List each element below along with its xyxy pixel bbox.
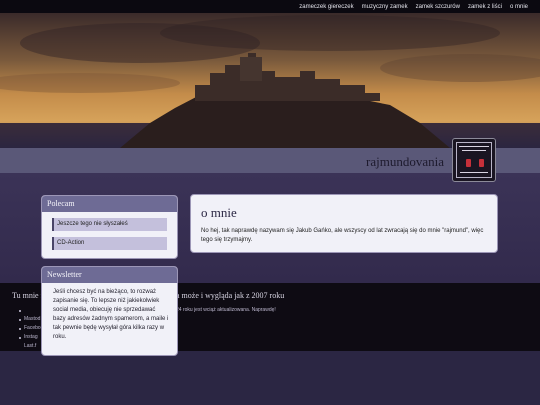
top-navigation: zameczek giereczek muzyczny zamek zamek …	[0, 0, 540, 13]
footer-link-item[interactable]: Facebo	[19, 316, 41, 331]
footer-link-item[interactable]: Mastod	[19, 307, 41, 322]
newsletter-text: Jeśli chcesz być na bieżąco, to rozważ z…	[53, 289, 169, 340]
polecam-link[interactable]: Jeszcze tego nie słyszałeś	[52, 218, 167, 231]
album-badge-image[interactable]	[452, 138, 496, 182]
nav-link-o-mnie[interactable]: o mnie	[510, 4, 528, 10]
header-banner-image	[0, 13, 540, 148]
nav-link-zameczek-giereczek[interactable]: zameczek giereczek	[299, 4, 353, 10]
nav-link-zamek-szczurow[interactable]: zamek szczurów	[416, 4, 460, 10]
nav-link-muzyczny-zamek[interactable]: muzyczny zamek	[362, 4, 408, 10]
about-text: No hej, tak naprawdę nazywam się Jakub G…	[201, 228, 484, 243]
footer-link-item[interactable]: Last.f	[19, 334, 41, 349]
about-panel: o mnie No hej, tak naprawdę nazywam się …	[190, 194, 498, 253]
footer-heading-end: a może i wygląda jak z 2007 roku	[176, 291, 285, 300]
footer-link-item[interactable]: Instag	[19, 325, 41, 340]
polecam-link[interactable]: CD-Action	[52, 237, 167, 250]
site-title: rajmundovania	[366, 154, 444, 169]
footer-links: Mastod Facebo Instag Last.f	[19, 307, 41, 349]
page-title: o mnie	[201, 205, 237, 220]
footer-note: 24 roku jest wciąż aktualizowana. Napraw…	[176, 307, 276, 313]
newsletter-panel: Newsletter Jeśli chcesz być na bieżąco, …	[41, 266, 178, 356]
album-cover	[456, 142, 492, 178]
page-bottom	[0, 351, 540, 405]
nav-link-zamek-z-lisci[interactable]: zamek z liści	[468, 4, 502, 10]
newsletter-title: Newsletter	[42, 267, 177, 283]
polecam-panel: Polecam Jeszcze tego nie słyszałeś CD-Ac…	[41, 195, 178, 259]
polecam-title: Polecam	[42, 196, 177, 212]
